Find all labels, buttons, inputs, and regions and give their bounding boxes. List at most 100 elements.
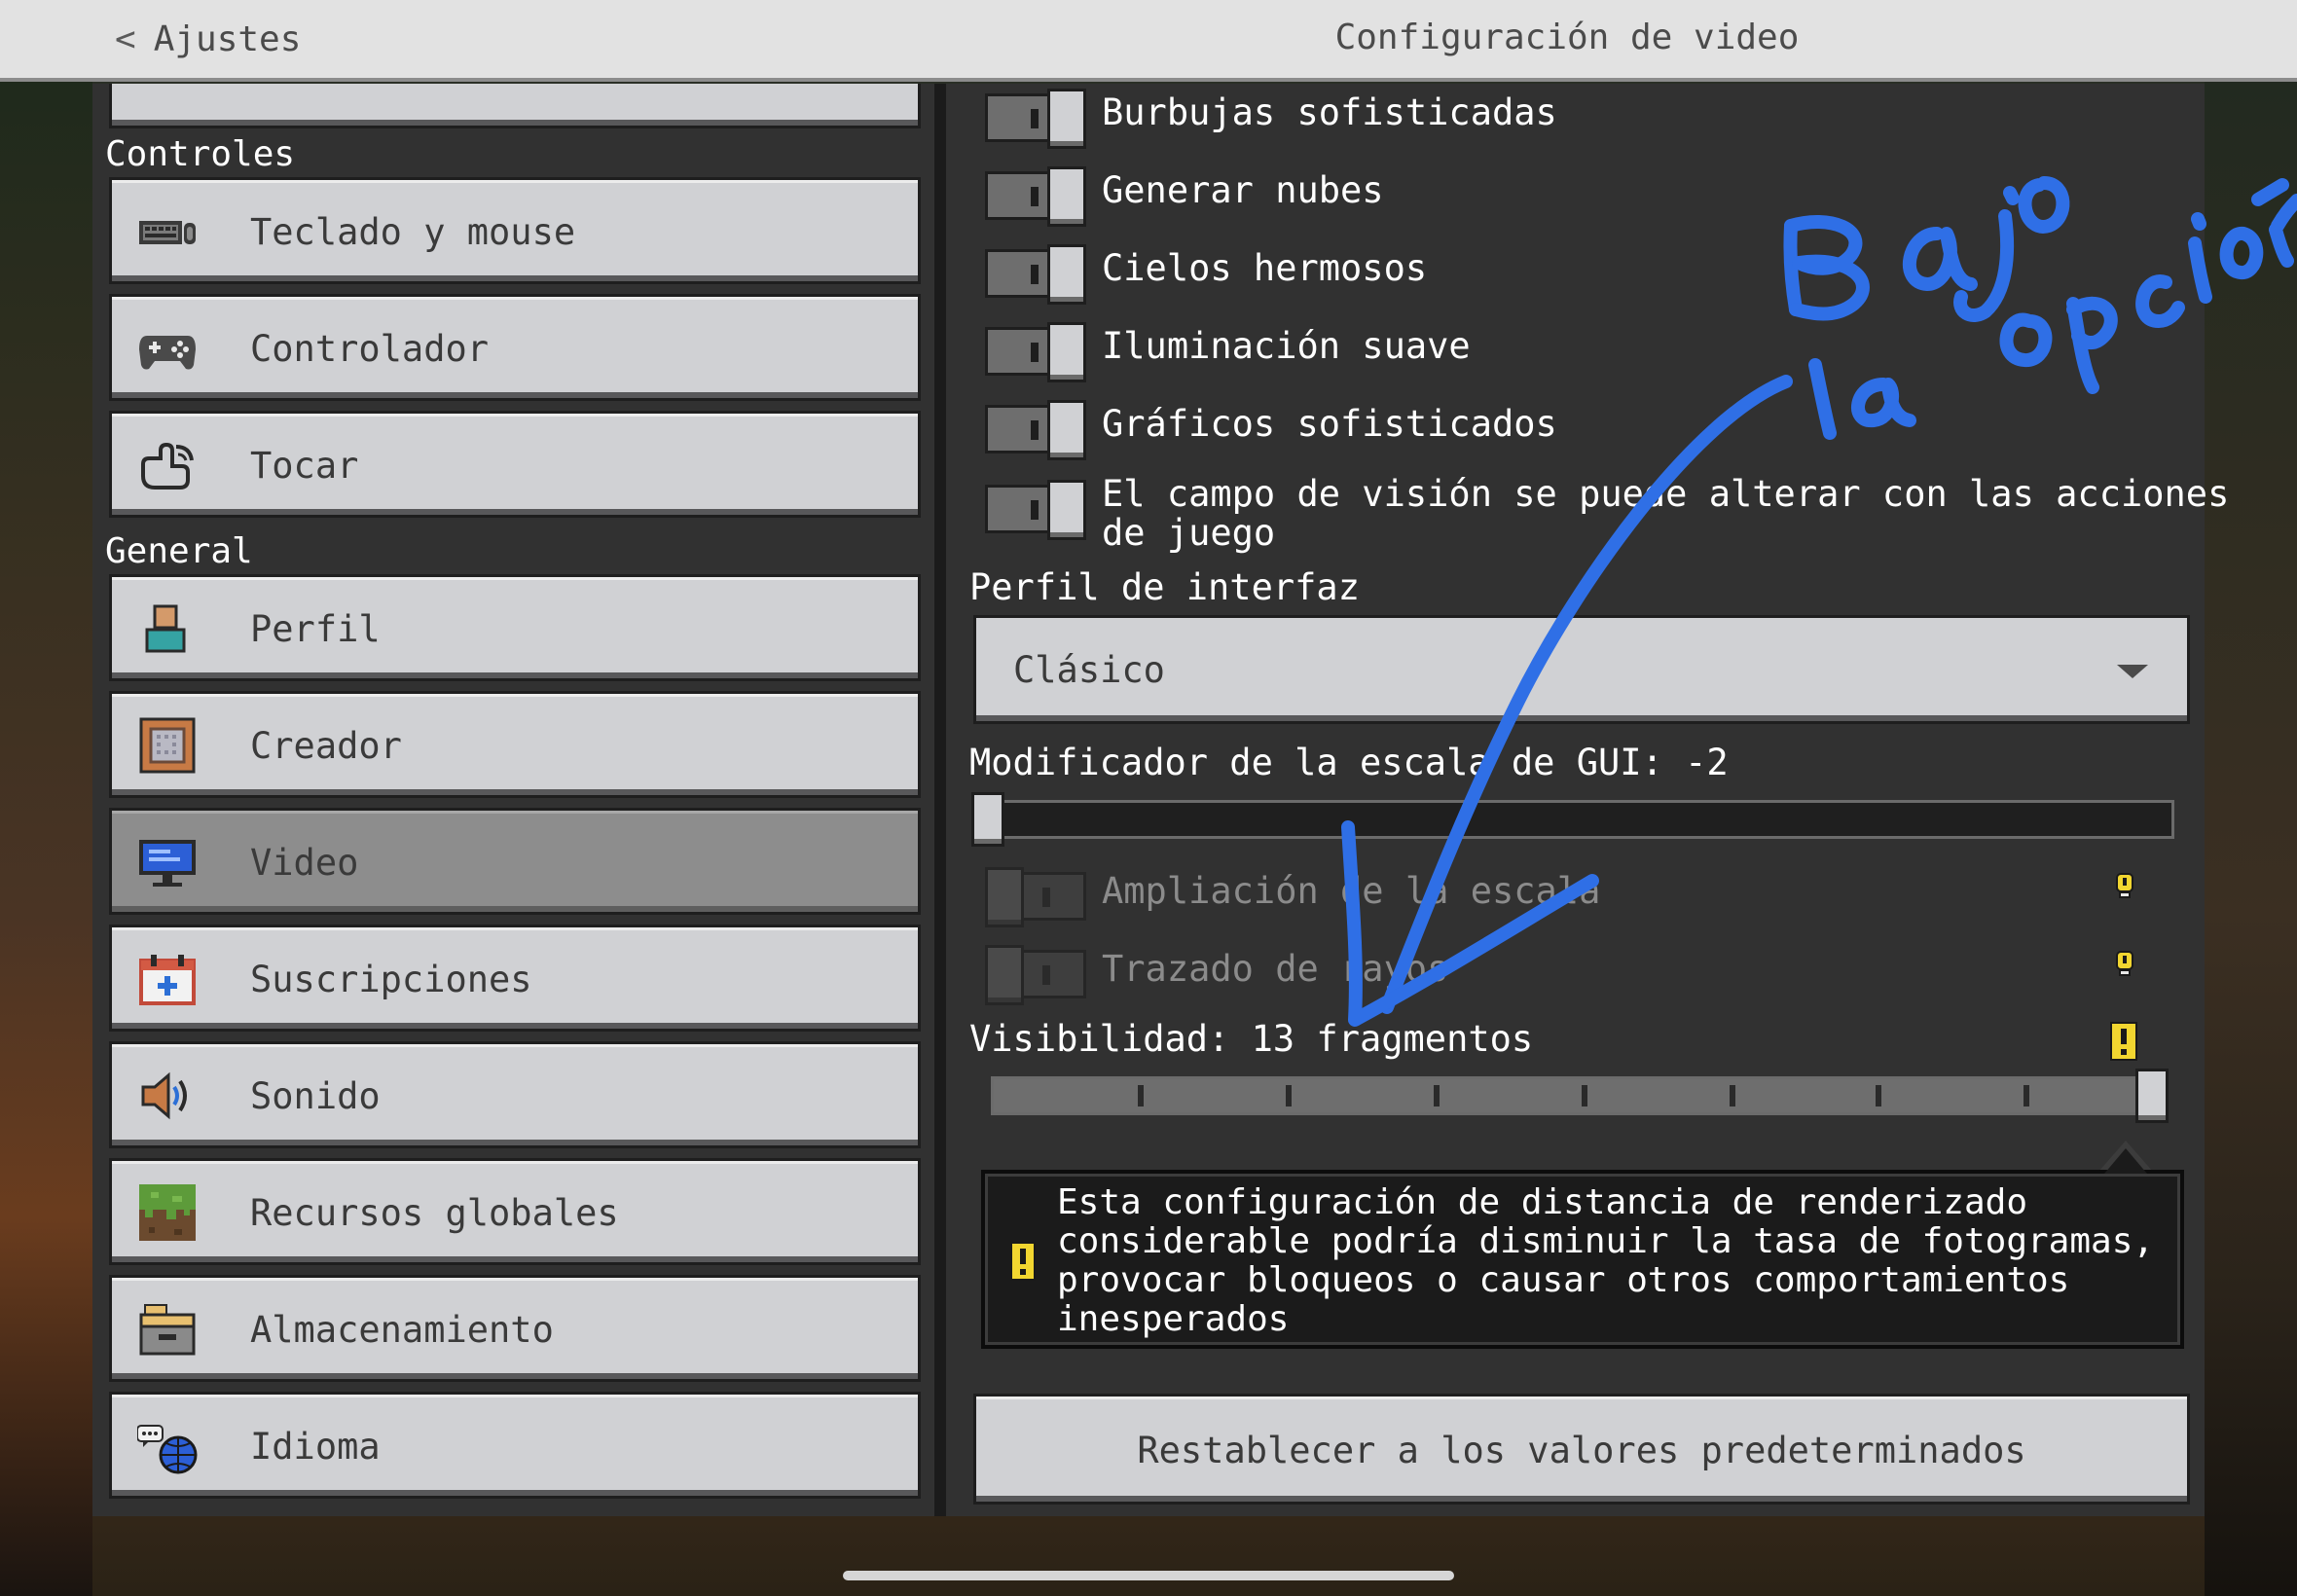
creator-icon [139, 717, 196, 774]
slider-tick [1138, 1085, 1144, 1106]
toggle-switch [985, 867, 1086, 927]
toggle-label: Trazado de rayos [1102, 948, 1449, 990]
toggle-label: Generar nubes [1102, 169, 1384, 211]
gui-scale-label: Modificador de la escala de GUI: -2 [969, 742, 1729, 783]
gui-scale-slider-track[interactable] [977, 800, 2174, 839]
toggle-label: Gráficos sofisticados [1102, 403, 1557, 445]
touch-hand-icon [141, 442, 194, 490]
sidebar-item-video[interactable]: Video [109, 808, 921, 915]
dropdown-value: Clásico [1013, 649, 1165, 691]
render-distance-slider-track[interactable] [991, 1076, 2169, 1115]
slider-tick [1434, 1085, 1440, 1106]
top-bar: < Ajustes Configuración de video [0, 0, 2297, 82]
page-title: Configuración de video [1334, 18, 1800, 57]
tooltip-pointer-inner [2104, 1148, 2147, 1174]
panel-divider [934, 84, 946, 1516]
sidebar-item-sonido[interactable]: Sonido [109, 1041, 921, 1148]
slider-tick [1582, 1085, 1587, 1106]
gamepad-icon [139, 336, 196, 370]
lightbulb-info-icon[interactable] [2114, 950, 2135, 977]
toggle-label: Cielos hermosos [1102, 247, 1428, 289]
subscriptions-icon [139, 955, 196, 1005]
sidebar-item-label: Perfil [250, 608, 381, 650]
back-button[interactable]: < Ajustes [115, 14, 301, 64]
toggle-pip [1042, 965, 1050, 985]
slider-tick [1286, 1085, 1292, 1106]
sidebar-item-suscripciones[interactable]: Suscripciones [109, 925, 921, 1032]
sidebar-item-label: Controlador [250, 328, 490, 370]
toggle-pip [1031, 343, 1039, 362]
render-distance-label: Visibilidad: 13 fragmentos [969, 1018, 1534, 1060]
home-indicator[interactable] [843, 1571, 1454, 1580]
toggle-pip [1031, 265, 1039, 284]
background-scenery-right [2205, 80, 2297, 1596]
grass-block-icon [139, 1184, 196, 1241]
sidebar-item-label: Suscripciones [250, 959, 532, 1000]
profile-icon [145, 604, 186, 653]
warning-text: Esta configuración de distancia de rende… [1057, 1182, 2155, 1339]
toggle-switch[interactable] [985, 400, 1086, 460]
caret-down-icon [2117, 665, 2148, 678]
toggle-knob [1047, 480, 1086, 540]
toggle-switch[interactable] [985, 322, 1086, 382]
toggle-label-line2: de juego [1102, 512, 1276, 554]
language-globe-icon [137, 1425, 198, 1474]
gui-scale-slider-handle[interactable] [971, 792, 1004, 847]
slider-tick [1876, 1085, 1881, 1106]
toggle-pip [1042, 888, 1050, 907]
sidebar-item-label: Almacenamiento [250, 1309, 554, 1351]
section-label-general: General [105, 531, 253, 571]
reset-defaults-button[interactable]: Restablecer a los valores predeterminado… [973, 1394, 2190, 1505]
sidebar-item-label: Recursos globales [250, 1192, 619, 1234]
warning-icon [1010, 1242, 1036, 1281]
background-scenery-left [0, 80, 92, 1596]
interface-profile-dropdown[interactable]: Clásico [973, 615, 2190, 724]
sidebar-item-creador[interactable]: Creador [109, 691, 921, 798]
toggle-switch[interactable] [985, 244, 1086, 305]
warning-icon[interactable] [2110, 1022, 2137, 1061]
toggle-pip [1031, 500, 1039, 520]
chevron-left-icon: < [115, 18, 136, 59]
sidebar-item-label: Teclado y mouse [250, 211, 576, 253]
render-distance-slider-handle[interactable] [2135, 1069, 2169, 1123]
sidebar-item-label: Tocar [250, 445, 359, 487]
toggle-switch[interactable] [985, 89, 1086, 149]
toggle-label: Burbujas sofisticadas [1102, 91, 1557, 133]
toggle-knob [1047, 89, 1086, 149]
sidebar-item-teclado-mouse[interactable]: Teclado y mouse [109, 177, 921, 284]
sidebar-item-controlador[interactable]: Controlador [109, 294, 921, 401]
slider-tick [2024, 1085, 2029, 1106]
section-label-controles: Controles [105, 134, 296, 174]
toggle-knob [1047, 166, 1086, 227]
sidebar-item-idioma[interactable]: Idioma [109, 1392, 921, 1499]
monitor-icon [139, 840, 196, 887]
sidebar-item-recursos-globales[interactable]: Recursos globales [109, 1158, 921, 1265]
sidebar-item-label: Video [250, 842, 359, 884]
speaker-icon [141, 1071, 187, 1120]
sidebar-item-tocar[interactable]: Tocar [109, 411, 921, 518]
storage-box-icon [139, 1304, 196, 1356]
interface-profile-label: Perfil de interfaz [969, 566, 1360, 608]
toggle-label: Iluminación suave [1102, 325, 1471, 367]
back-label: Ajustes [153, 18, 302, 59]
keyboard-mouse-icon [139, 221, 196, 244]
toggle-switch[interactable] [985, 480, 1086, 540]
sidebar-item-partial[interactable] [109, 84, 921, 128]
toggle-label: Ampliación de la escala [1102, 870, 1601, 912]
toggle-switch [985, 945, 1086, 1005]
toggle-knob [1047, 322, 1086, 382]
slider-tick [1730, 1085, 1735, 1106]
sidebar-item-label: Sonido [250, 1075, 381, 1117]
sidebar-item-perfil[interactable]: Perfil [109, 574, 921, 681]
lightbulb-info-icon[interactable] [2114, 872, 2135, 899]
toggle-switch[interactable] [985, 166, 1086, 227]
sidebar-item-almacenamiento[interactable]: Almacenamiento [109, 1275, 921, 1382]
sidebar-item-label: Creador [250, 725, 402, 767]
reset-button-label: Restablecer a los valores predeterminado… [1137, 1430, 2026, 1471]
toggle-label-line1: El campo de visión se puede alterar con … [1102, 473, 2230, 515]
toggle-knob [985, 867, 1024, 927]
toggle-knob [1047, 244, 1086, 305]
toggle-pip [1031, 109, 1039, 128]
toggle-pip [1031, 187, 1039, 206]
slider-fill [994, 1079, 2138, 1112]
